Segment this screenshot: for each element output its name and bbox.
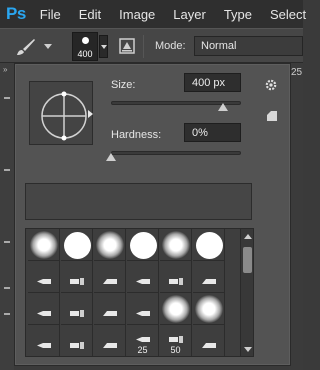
brush-preset-cell[interactable] <box>28 229 60 261</box>
preset-size-label: 50 <box>170 345 181 355</box>
brush-preset-cell[interactable] <box>193 229 225 261</box>
brush-preset-cell[interactable] <box>61 229 93 261</box>
bristle-brush-tip-icon <box>169 330 183 343</box>
menu-edit[interactable]: Edit <box>79 7 101 22</box>
hard-round-brush-icon <box>130 232 157 259</box>
bristle-brush-tip-icon <box>103 336 117 348</box>
bristle-brush-tip-icon <box>37 336 51 348</box>
bristle-brush-tip-icon <box>169 272 183 285</box>
brush-preset-cell[interactable]: 25 <box>127 325 159 356</box>
tool-marker <box>4 287 10 289</box>
tool-marker <box>4 313 10 315</box>
hard-round-brush-icon <box>196 232 223 259</box>
new-preset-icon[interactable] <box>266 109 278 121</box>
bristle-brush-tip-icon <box>136 272 150 284</box>
brush-tip-shape-preview[interactable] <box>29 81 93 145</box>
brush-preset-cell[interactable] <box>61 325 93 356</box>
soft-round-brush-icon <box>162 295 190 323</box>
scroll-thumb[interactable] <box>243 247 252 273</box>
scroll-down-icon[interactable] <box>244 347 252 352</box>
menu-file[interactable]: File <box>40 7 61 22</box>
size-input[interactable]: 400 px <box>184 73 241 92</box>
bristle-brush-tip-icon <box>70 272 84 285</box>
bristle-brush-tip-icon <box>37 304 51 316</box>
brush-preset-cell[interactable] <box>94 325 126 356</box>
soft-round-brush-icon <box>195 295 223 323</box>
menu-select[interactable]: Select <box>270 7 306 22</box>
soft-round-brush-icon <box>30 231 58 259</box>
bristle-brush-tip-icon <box>136 330 150 342</box>
menu-bar: Ps File Edit Image Layer Type Select <box>0 0 306 28</box>
brush-preset-cell[interactable] <box>94 229 126 261</box>
brush-preset-cell[interactable] <box>94 261 126 293</box>
brush-preset-cell[interactable] <box>127 229 159 261</box>
brush-preset-cell[interactable] <box>28 261 60 293</box>
brush-preset-cell[interactable] <box>160 293 192 325</box>
brush-size-readout: 400 <box>77 49 93 59</box>
bristle-brush-tip-icon <box>70 336 84 349</box>
hardness-slider-track[interactable] <box>111 151 241 155</box>
brush-preset-cell[interactable] <box>61 261 93 293</box>
brush-preset-cell[interactable] <box>193 261 225 293</box>
photoshop-logo: Ps <box>6 4 26 23</box>
brush-preset-cell[interactable] <box>160 229 192 261</box>
tool-preset-caret-icon[interactable] <box>44 44 52 49</box>
preset-scrollbar[interactable] <box>240 229 253 356</box>
preset-size-label: 25 <box>137 345 148 355</box>
size-label: Size: <box>111 79 136 91</box>
brush-preset-cell[interactable] <box>193 325 225 356</box>
hardness-label: Hardness: <box>111 129 162 141</box>
options-separator <box>143 35 144 58</box>
scroll-up-icon[interactable] <box>244 234 252 239</box>
tools-panel-edge: » <box>0 63 14 370</box>
brush-picker-dropdown-button[interactable] <box>99 35 108 58</box>
options-bar: 400 Mode: Normal <box>0 28 303 63</box>
partial-label: 25 <box>291 67 303 78</box>
brush-preset-grid: 25 50 <box>25 228 254 357</box>
tool-marker <box>4 241 10 243</box>
bristle-brush-tip-icon <box>70 304 84 317</box>
bristle-brush-tip-icon <box>103 304 117 316</box>
brush-tool-icon[interactable] <box>14 37 36 57</box>
rotation-arrow-icon[interactable] <box>88 110 93 118</box>
brush-preset-cell[interactable] <box>61 293 93 325</box>
brush-preset-cell[interactable] <box>160 261 192 293</box>
bristle-brush-tip-icon <box>202 336 216 348</box>
bristle-brush-tip-icon <box>37 272 51 284</box>
tool-marker <box>4 97 10 99</box>
menu-image[interactable]: Image <box>119 7 155 22</box>
preset-name-area <box>25 183 252 220</box>
soft-round-brush-icon <box>96 231 124 259</box>
brush-tip-preview-icon <box>82 37 89 44</box>
tool-marker <box>4 169 10 171</box>
hardness-input[interactable]: 0% <box>184 123 241 142</box>
menu-layer[interactable]: Layer <box>173 7 206 22</box>
brush-preset-cell[interactable] <box>193 293 225 325</box>
mode-label: Mode: <box>155 40 186 52</box>
mode-dropdown[interactable]: Normal <box>194 36 303 56</box>
brush-preset-cell[interactable] <box>127 293 159 325</box>
hardness-slider-thumb[interactable] <box>106 153 116 161</box>
brush-preset-cell[interactable] <box>28 293 60 325</box>
brush-panel-toggle-icon[interactable] <box>118 37 136 55</box>
brush-preset-cell[interactable] <box>127 261 159 293</box>
brush-preset-picker-button[interactable]: 400 <box>72 32 98 61</box>
brush-preset-cell[interactable]: 50 <box>160 325 192 356</box>
collapse-arrows-icon[interactable]: » <box>3 65 7 74</box>
bristle-brush-tip-icon <box>202 272 216 284</box>
brush-preset-picker: Size: 400 px Hardness: 0% 25 50 <box>14 63 291 366</box>
document-edge: 25 <box>289 63 303 370</box>
gear-icon[interactable] <box>264 78 278 92</box>
hard-round-brush-icon <box>64 232 91 259</box>
brush-preset-cell[interactable] <box>94 293 126 325</box>
bristle-brush-tip-icon <box>136 304 150 316</box>
size-slider-thumb[interactable] <box>217 103 228 111</box>
bristle-brush-tip-icon <box>103 272 117 284</box>
brush-preset-cell[interactable] <box>28 325 60 356</box>
soft-round-brush-icon <box>162 231 190 259</box>
menu-type[interactable]: Type <box>224 7 252 22</box>
